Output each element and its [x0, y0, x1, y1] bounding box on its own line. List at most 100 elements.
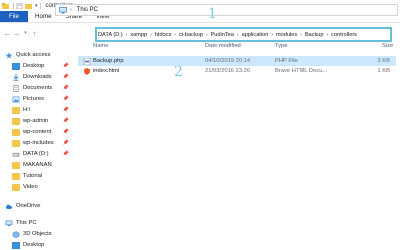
sidebar-item-desktop[interactable]: Desktop 📌	[0, 61, 74, 71]
document-icon	[13, 84, 19, 92]
file-size: 3 KB	[377, 58, 390, 64]
folder-icon	[12, 128, 20, 136]
sidebar-item-label: Documents	[23, 85, 53, 91]
pin-icon: 📌	[62, 129, 69, 135]
sidebar-item-video[interactable]: Video	[0, 182, 74, 192]
sidebar-item-label: 3D Objects	[23, 231, 52, 237]
sidebar-item-label: Downloads	[23, 74, 52, 80]
brave-html-icon	[84, 67, 90, 75]
folder-icon	[12, 183, 20, 191]
sidebar-item-3d-objects[interactable]: 3D Objects	[0, 229, 74, 239]
sidebar-item-label: Pictures	[23, 96, 44, 102]
sidebar-item-documents[interactable]: Documents 📌	[0, 83, 74, 93]
breadcrumb-item[interactable]: modules	[276, 32, 297, 38]
sidebar-item-quick-access[interactable]: Quick access	[0, 50, 74, 60]
sidebar-item-h-drive[interactable]: H:\ 📌	[0, 105, 74, 115]
desktop-icon	[12, 62, 20, 70]
folder-icon	[12, 106, 20, 114]
quick-access-dropdown-icon[interactable]: ▾	[35, 3, 38, 9]
breadcrumb-item[interactable]: htdocs	[155, 32, 171, 38]
sidebar-item-label: H:\	[23, 107, 31, 113]
address-bar[interactable]: › This PC	[55, 4, 398, 16]
sidebar-item-data-drive[interactable]: DATA (D:) 📌	[0, 149, 74, 159]
breadcrumb-separator-icon: ›	[70, 7, 72, 13]
sidebar-item-label: OneDrive	[16, 203, 41, 209]
folder-icon	[12, 172, 20, 180]
sidebar-item-wp-content[interactable]: wp-content 📌	[0, 127, 74, 137]
sidebar-item-label: Video	[23, 184, 38, 190]
sidebar-item-downloads[interactable]: Downloads 📌	[0, 72, 74, 82]
breadcrumb-item[interactable]: application	[242, 32, 269, 38]
download-icon	[13, 73, 19, 81]
file-date: 21/03/2016 23.26	[205, 68, 251, 74]
up-arrow-icon[interactable]: ↑	[30, 27, 39, 39]
sidebar-item-wp-admin[interactable]: wp-admin 📌	[0, 116, 74, 126]
sidebar-item-label: Tutorial	[23, 173, 43, 179]
php-file-icon	[83, 57, 91, 65]
folder-icon	[12, 161, 20, 169]
file-type: PHP File	[275, 58, 298, 64]
column-header-date[interactable]: Date modified	[205, 43, 241, 49]
column-headers: Name Date modified Type Size	[80, 42, 400, 52]
toolbar-separator	[39, 2, 41, 9]
toolbar-separator	[13, 2, 14, 9]
folder-icon	[2, 2, 9, 9]
breadcrumb: DATA (D:) › xampp › htdocs › ci-backup ›…	[98, 29, 357, 40]
file-name: Backup.php	[93, 58, 124, 64]
sidebar-item-label: Desktop	[23, 242, 45, 248]
breadcrumb-separator-icon: ›	[150, 31, 152, 38]
pin-icon: 📌	[62, 107, 69, 113]
breadcrumb-item[interactable]: Backup	[305, 32, 324, 38]
tab-home[interactable]: Home	[28, 11, 59, 22]
breadcrumb-item[interactable]: ci-backup	[179, 32, 203, 38]
file-type: Brave HTML Docu...	[275, 68, 328, 74]
recent-dropdown-icon[interactable]: ▾	[21, 27, 30, 39]
annotation-number-1: 1	[208, 6, 217, 22]
sidebar-item-pc-desktop[interactable]: Desktop	[0, 240, 74, 250]
sidebar-item-onedrive[interactable]: OneDrive	[0, 201, 74, 211]
breadcrumb-separator-icon: ›	[326, 31, 329, 38]
file-name: index.html	[93, 68, 120, 74]
breadcrumb-item[interactable]: PudinTea	[211, 32, 234, 38]
breadcrumb-separator-icon: ›	[271, 31, 273, 38]
pin-icon: 📌	[62, 140, 69, 146]
breadcrumb-this-pc[interactable]: This PC	[77, 7, 98, 13]
sidebar-item-label: MAKANAN	[23, 162, 52, 168]
breadcrumb-separator-icon: ›	[236, 31, 239, 38]
column-header-size[interactable]: Size	[382, 43, 393, 49]
pin-icon: 📌	[62, 74, 69, 80]
pin-icon: 📌	[62, 118, 69, 124]
navigation-pane: Quick access Desktop 📌 Downloads 📌 Docum…	[0, 46, 74, 250]
breadcrumb-item[interactable]: controllers	[331, 32, 357, 38]
tab-file[interactable]: File	[0, 11, 28, 22]
computer-icon	[59, 6, 67, 13]
folder-icon	[12, 139, 20, 147]
sidebar-item-tutorial[interactable]: Tutorial	[0, 171, 74, 181]
table-row[interactable]: index.html 21/03/2016 23.26 Brave HTML D…	[78, 66, 396, 76]
sidebar-item-pictures[interactable]: Pictures 📌	[0, 94, 74, 104]
file-date: 04/10/2019 20.14	[205, 58, 251, 64]
computer-icon	[5, 220, 13, 226]
column-header-name[interactable]: Name	[93, 43, 108, 49]
sidebar-item-this-pc[interactable]: This PC	[0, 218, 74, 228]
desktop-icon	[12, 241, 20, 249]
cloud-icon	[5, 204, 13, 209]
forward-arrow-icon[interactable]: →	[12, 27, 21, 39]
column-header-type[interactable]: Type	[275, 43, 288, 49]
properties-icon[interactable]	[16, 2, 23, 9]
new-folder-icon[interactable]	[25, 3, 32, 9]
breadcrumb-separator-icon: ›	[125, 31, 128, 38]
breadcrumb-item[interactable]: DATA (D:)	[98, 32, 123, 38]
sidebar-item-label: This PC	[16, 220, 37, 226]
sidebar-item-makanan[interactable]: MAKANAN	[0, 160, 74, 170]
sidebar-item-label: Quick access	[16, 52, 51, 58]
back-arrow-icon[interactable]: ←	[3, 27, 12, 39]
sidebar-item-label: wp-includes	[23, 140, 54, 146]
table-row[interactable]: Backup.php 04/10/2019 20.14 PHP File 3 K…	[78, 56, 396, 66]
folder-icon	[12, 117, 20, 125]
file-size: 1 KB	[377, 68, 390, 74]
breadcrumb-separator-icon: ›	[300, 31, 302, 38]
sidebar-item-wp-includes[interactable]: wp-includes 📌	[0, 138, 74, 148]
breadcrumb-item[interactable]: xampp	[130, 32, 147, 38]
drive-icon	[12, 152, 20, 157]
